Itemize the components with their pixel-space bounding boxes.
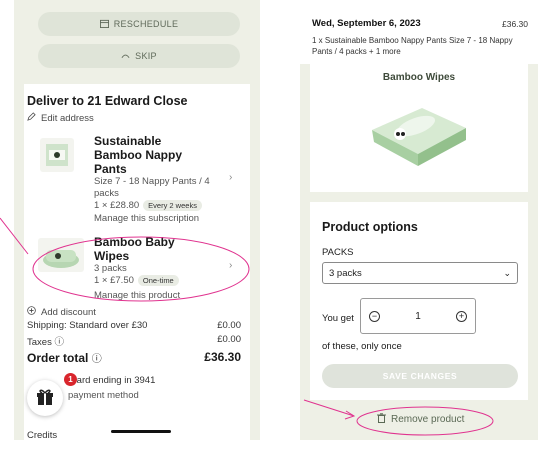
skip-label: SKIP <box>135 51 157 61</box>
plus-button[interactable]: + <box>456 310 467 322</box>
payment-method-link[interactable]: payment method <box>68 390 260 401</box>
trash-icon <box>377 413 386 426</box>
deliver-title: Deliver to 21 Edward Close <box>27 94 188 108</box>
reschedule-label: RESCHEDULE <box>113 19 179 29</box>
order-price: £36.30 <box>502 19 528 29</box>
product-2-details: 3 packs 1 × £7.50 One-time Manage this pr… <box>94 263 181 302</box>
reschedule-button[interactable]: RESCHEDULE <box>38 12 240 36</box>
product-1-details: Size 7 - 18 Nappy Pants / 4 packs 1 × £2… <box>94 176 210 225</box>
minus-button[interactable]: − <box>369 310 380 322</box>
quantity-value: 1 <box>415 310 421 322</box>
order-detail-panel: Wed, September 6, 2023 1 x Sustainable B… <box>300 0 538 440</box>
gift-button[interactable] <box>27 380 63 416</box>
wipes-package-image <box>372 108 466 166</box>
add-discount-link[interactable]: Add discount <box>27 306 96 318</box>
pencil-icon <box>27 112 36 124</box>
options-title: Product options <box>322 220 418 234</box>
taxes-row: Taxes ⓘ £0.00 <box>27 334 241 348</box>
frequency-note: of these, only once <box>322 341 402 352</box>
screenshot-stage: RESCHEDULE SKIP Deliver to 21 Edward Clo… <box>0 0 554 455</box>
edit-address-label: Edit address <box>41 112 94 124</box>
order-header: Wed, September 6, 2023 1 x Sustainable B… <box>300 0 538 64</box>
chevron-right-icon[interactable]: › <box>229 260 232 271</box>
order-total-row: Order total ⓘ £36.30 <box>27 350 241 365</box>
product-image-card: Bamboo Wipes <box>310 64 528 192</box>
product-2-name[interactable]: Bamboo Baby Wipes <box>94 235 175 263</box>
one-time-badge: One-time <box>137 275 179 286</box>
manage-product-link[interactable]: Manage this product <box>94 290 180 302</box>
add-discount-label: Add discount <box>41 306 96 318</box>
chevron-right-icon[interactable]: › <box>229 172 232 183</box>
skip-icon <box>121 51 130 61</box>
gift-icon <box>35 386 55 411</box>
subscription-panel: RESCHEDULE SKIP Deliver to 21 Edward Clo… <box>14 0 260 440</box>
remove-product-button[interactable]: Remove product <box>377 413 464 426</box>
edit-address-link[interactable]: Edit address <box>27 112 94 124</box>
calendar-icon <box>99 19 109 30</box>
home-indicator <box>111 430 171 433</box>
order-description: 1 x Sustainable Bamboo Nappy Pants Size … <box>312 36 513 56</box>
save-changes-button[interactable]: SAVE CHANGES <box>322 364 518 388</box>
info-icon: ⓘ <box>91 354 102 365</box>
order-total-value: £36.30 <box>204 350 241 364</box>
quantity-stepper[interactable]: − 1 + <box>360 298 476 334</box>
packs-select[interactable]: 3 packs ⌄ <box>322 262 518 284</box>
product-image-title: Bamboo Wipes <box>382 72 456 83</box>
skip-button[interactable]: SKIP <box>38 44 240 68</box>
manage-subscription-link[interactable]: Manage this subscription <box>94 213 210 225</box>
shipping-row: Shipping: Standard over £30 £0.00 <box>27 320 241 331</box>
you-get-label: You get <box>322 313 354 324</box>
remove-product-label: Remove product <box>391 414 465 425</box>
nappy-pants-image <box>40 138 74 172</box>
frequency-badge: Every 2 weeks <box>143 200 202 211</box>
order-date: Wed, September 6, 2023 <box>312 18 421 29</box>
product-options-card: Product options PACKS 3 packs ⌄ You get … <box>310 202 528 400</box>
info-icon: ⓘ <box>54 337 64 348</box>
chevron-down-icon: ⌄ <box>503 268 511 278</box>
notification-badge: 1 <box>64 373 77 386</box>
plus-circle-icon <box>27 306 36 318</box>
baby-wipes-image <box>38 238 84 272</box>
payment-card-text: o card ending in 3941 <box>64 375 156 386</box>
product-1-name[interactable]: Sustainable Bamboo Nappy Pants <box>94 134 182 176</box>
packs-label: PACKS <box>322 247 354 258</box>
